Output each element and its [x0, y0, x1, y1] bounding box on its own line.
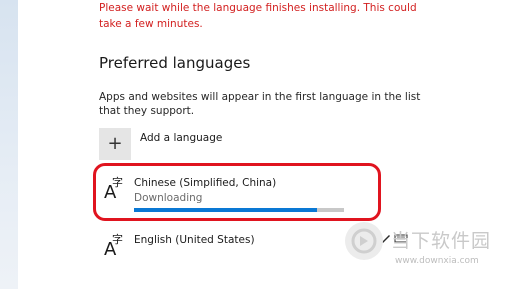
plus-icon: + [99, 128, 131, 160]
language-name: English (United States) [134, 234, 255, 246]
watermark-title: 当下软件园 [391, 230, 492, 252]
section-description: Apps and websites will appear in the fir… [99, 91, 421, 117]
watermark-url: www.downxia.com [395, 256, 479, 266]
add-language-label: Add a language [140, 132, 223, 144]
add-language-button[interactable]: + Add a language [99, 128, 222, 160]
install-warning: Please wait while the language finishes … [99, 2, 417, 30]
watermark-logo [345, 222, 383, 260]
language-settings-page: Please wait while the language finishes … [0, 0, 531, 289]
watermark: 当下软件园 www.downxia.com [345, 222, 525, 282]
watermark-logo-icon [351, 228, 377, 254]
navigation-pane-edge [0, 0, 18, 289]
section-title: Preferred languages [99, 54, 251, 72]
highlight-annotation [93, 163, 381, 221]
language-icon-zi: 字 [112, 233, 123, 246]
language-icon: A 字 [104, 234, 128, 260]
